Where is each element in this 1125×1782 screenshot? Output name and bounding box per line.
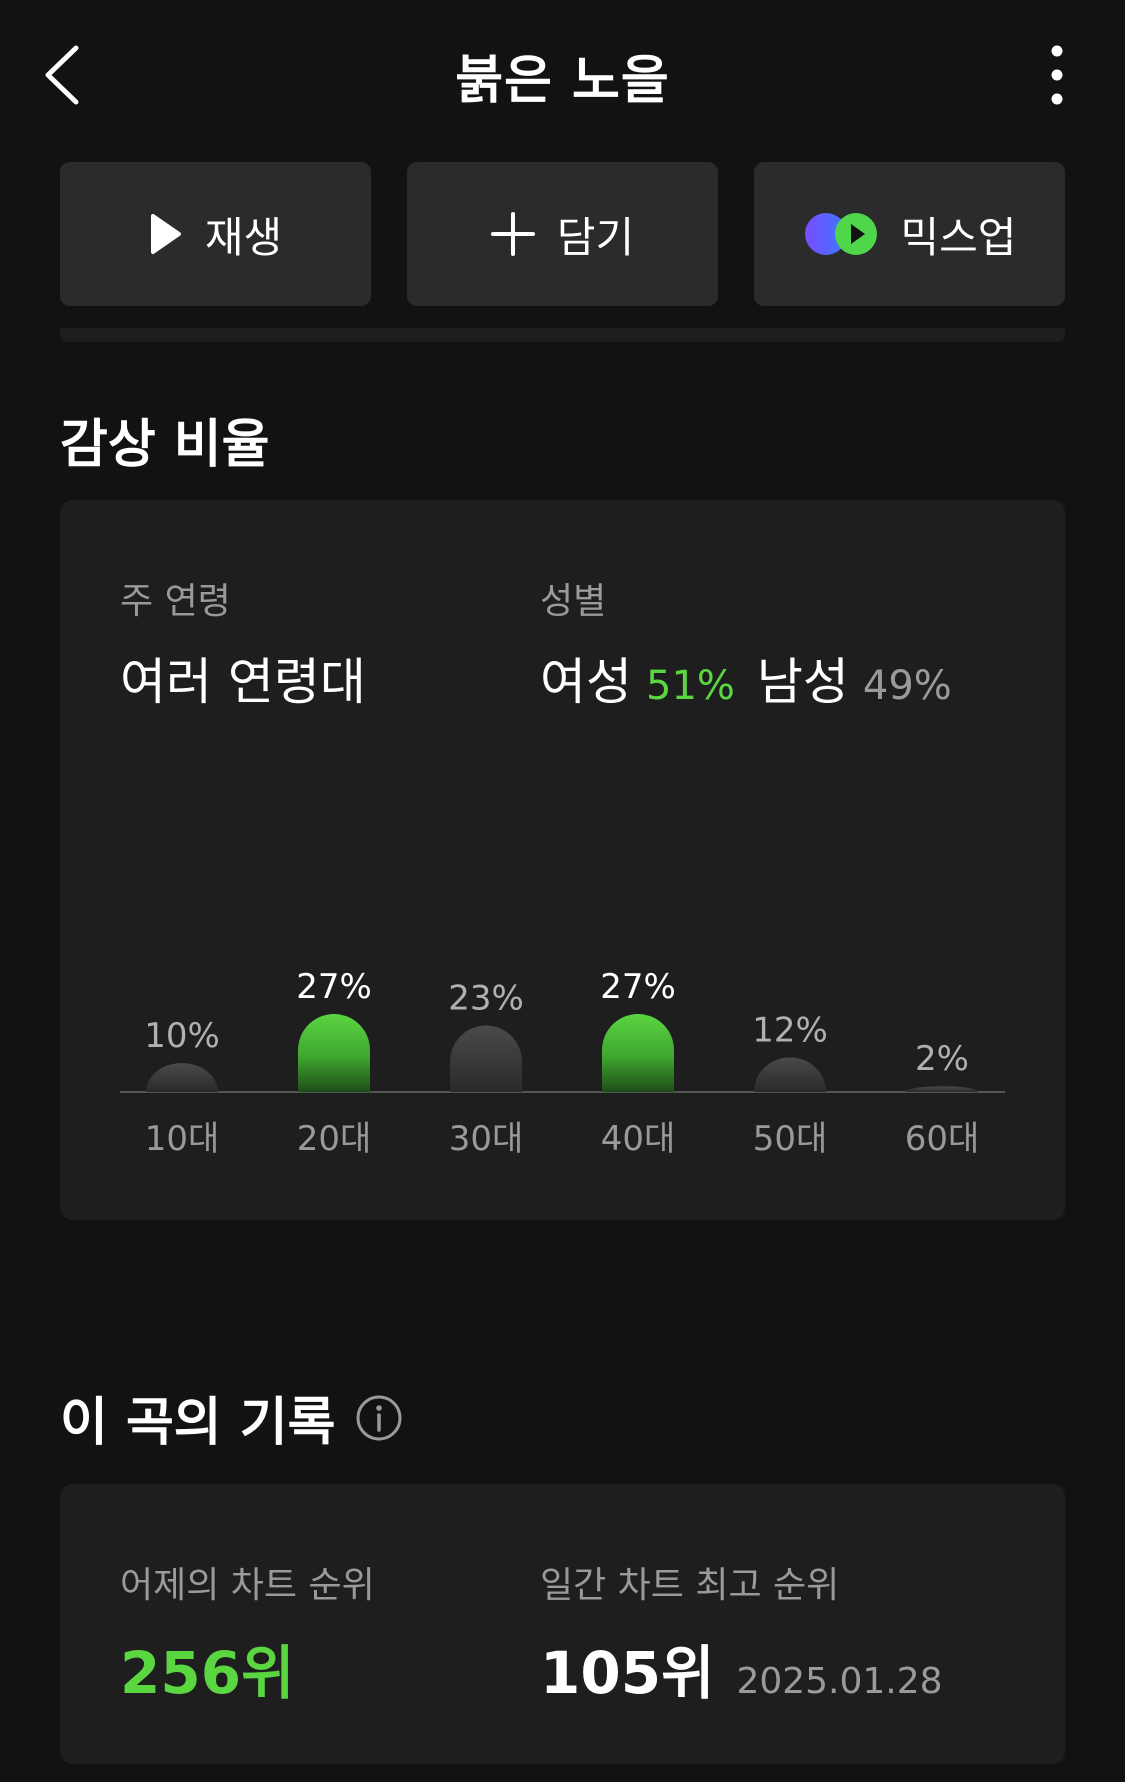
plus-icon	[490, 212, 535, 256]
listening-ratio-title: 감상 비율	[60, 415, 270, 475]
age-bar-40대	[602, 1014, 674, 1092]
listening-ratio-card: 주 연령 여러 연령대 성별 여성 51% 남성 49% 10% 10대 27% 20…	[60, 500, 1065, 1220]
age-bar-value-label: 27%	[296, 967, 372, 1007]
age-bar-20대	[298, 1014, 370, 1092]
age-bar-value-label: 10%	[144, 1016, 220, 1056]
age-category-label: 40대	[601, 1119, 676, 1159]
best-rank-row: 105위 2025.01.28	[540, 1626, 943, 1710]
play-button[interactable]: 재생	[60, 162, 371, 306]
song-detail-page: 붉은 노을 재생 담기 믹스업 감상 비율 주 연령 여러 연령대 성별 여성 …	[0, 0, 1125, 1782]
play-label: 재생	[204, 212, 283, 262]
age-category-label: 30대	[449, 1119, 524, 1159]
age-bar-50대	[754, 1057, 826, 1092]
mixup-button[interactable]: 믹스업	[754, 162, 1065, 306]
age-category-label: 50대	[753, 1119, 828, 1159]
divider	[60, 328, 1065, 342]
page-title: 붉은 노을	[455, 51, 670, 111]
mixup-icon	[804, 213, 877, 255]
best-rank-date: 2025.01.28	[736, 1661, 943, 1702]
add-label: 담기	[556, 212, 635, 262]
more-vertical-icon	[1051, 45, 1063, 105]
age-bar-10대	[146, 1063, 218, 1092]
age-category-label: 10대	[145, 1119, 220, 1159]
age-bar-value-label: 23%	[448, 979, 524, 1019]
mixup-label: 믹스업	[900, 212, 1017, 262]
play-icon	[150, 214, 181, 254]
age-bar-value-label: 2%	[915, 1039, 969, 1079]
add-button[interactable]: 담기	[407, 162, 718, 306]
age-bar-value-label: 27%	[600, 967, 676, 1007]
action-buttons: 재생 담기 믹스업	[60, 162, 1065, 306]
age-category-label: 20대	[297, 1119, 372, 1159]
age-bar-30대	[450, 1025, 522, 1092]
best-rank-value: 105위	[540, 1639, 715, 1707]
best-rank-label: 일간 차트 최고 순위	[540, 1565, 840, 1606]
age-category-label: 60대	[905, 1119, 980, 1159]
record-card: 어제의 차트 순위 256위 일간 차트 최고 순위 105위 2025.01.…	[60, 1484, 1065, 1764]
info-icon[interactable]	[355, 1394, 403, 1442]
age-distribution-chart: 10% 10대 27% 20대 23% 30대 27% 40대 12% 50대 2% 60대	[120, 967, 1005, 1159]
age-bar-value-label: 12%	[752, 1010, 828, 1050]
age-bar-60대	[906, 1086, 978, 1092]
record-title: 이 곡의 기록	[60, 1393, 336, 1453]
record-section-header: 이 곡의 기록	[60, 1380, 403, 1455]
header: 붉은 노을	[0, 0, 1125, 150]
yesterday-rank-label: 어제의 차트 순위	[120, 1565, 375, 1606]
yesterday-rank-value: 256위	[120, 1639, 295, 1707]
more-button[interactable]	[1036, 42, 1078, 112]
